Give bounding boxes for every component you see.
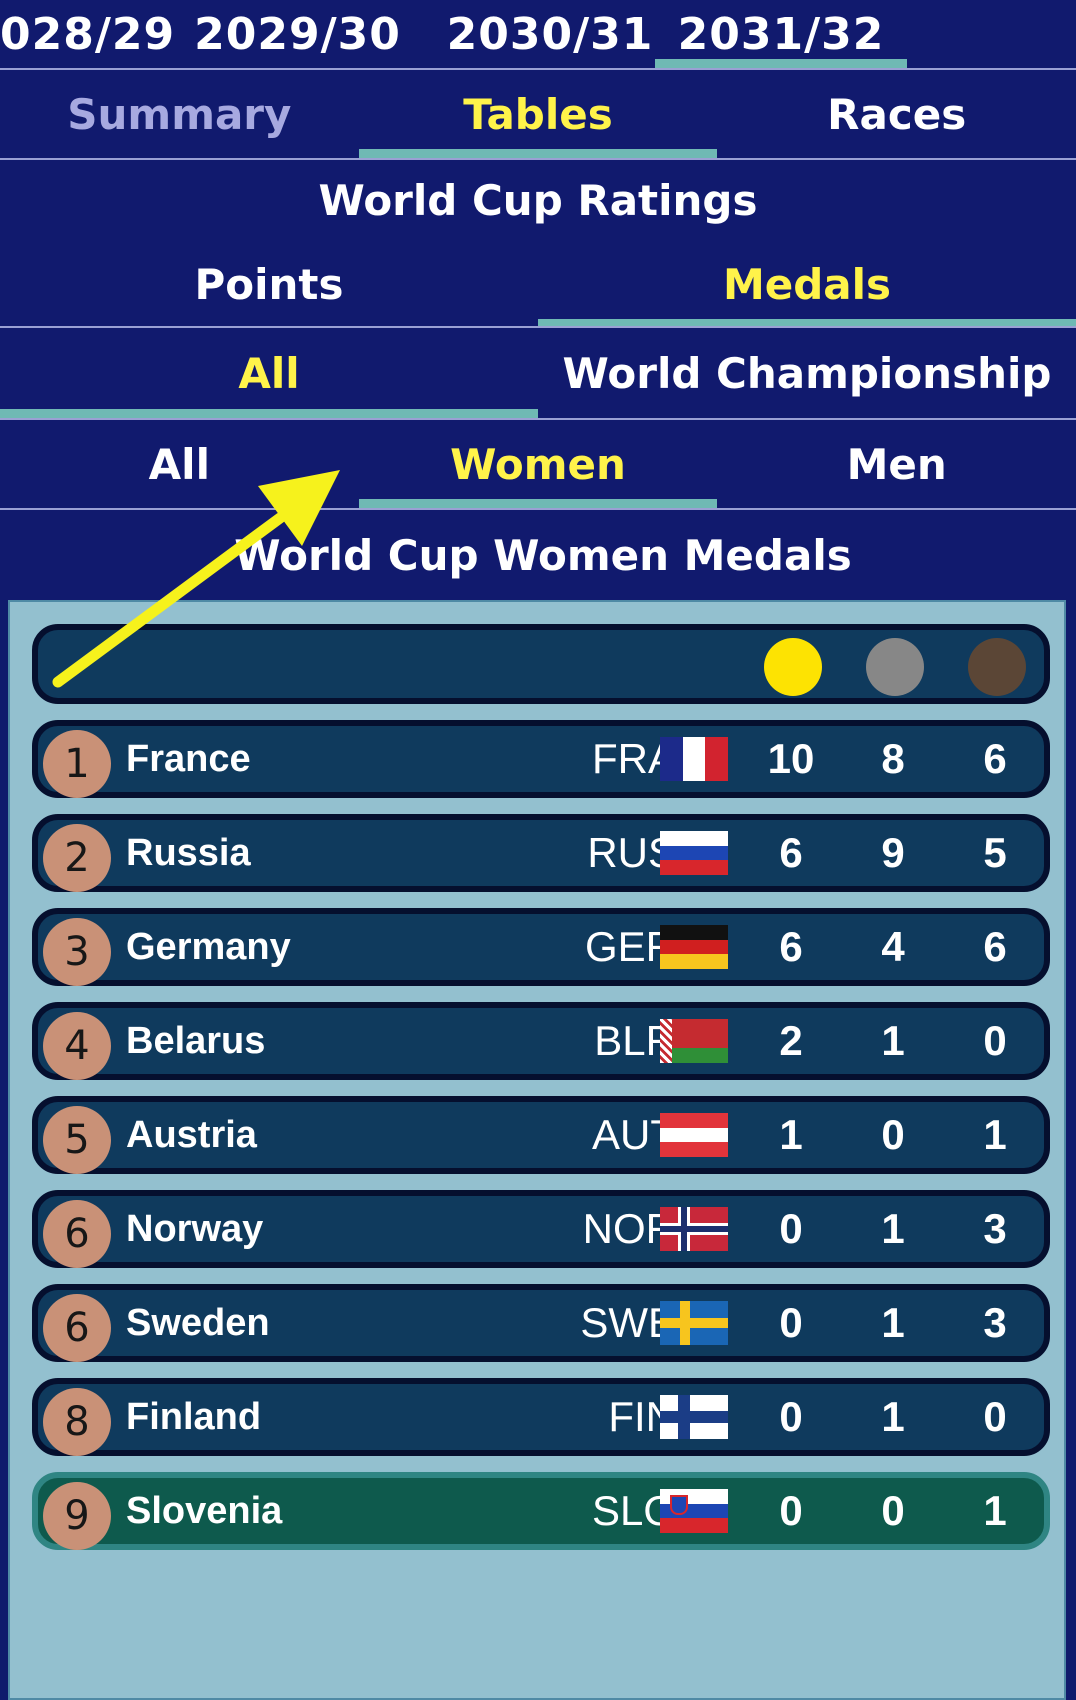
gold-count: 0 (779, 1393, 803, 1440)
gender-tabs: All Women Men (0, 420, 1076, 508)
country-name: Austria (126, 1113, 257, 1156)
bronze-count: 5 (983, 829, 1007, 876)
bronze-count: 0 (983, 1017, 1007, 1064)
ratings-title: World Cup Ratings (318, 175, 758, 225)
country-name: France (126, 737, 251, 780)
table-row[interactable]: 6 Norway NOR 0 1 3 (32, 1190, 1050, 1268)
silver-count: 0 (881, 1111, 905, 1158)
season-tab-2029-30[interactable]: 2029/30 (150, 0, 445, 68)
silver-count: 9 (881, 829, 905, 876)
country-name: Germany (126, 925, 291, 968)
rank-badge: 6 (43, 1294, 111, 1362)
table-row[interactable]: 8 Finland FIN 0 1 0 (32, 1378, 1050, 1456)
bronze-count: 3 (983, 1205, 1007, 1252)
medal-header-row (32, 624, 1050, 704)
belarus-flag-icon (660, 1019, 728, 1063)
gold-count: 10 (767, 735, 815, 782)
silver-medal-icon (866, 638, 924, 696)
rank-badge: 6 (43, 1200, 111, 1268)
rank-badge: 2 (43, 824, 111, 892)
season-tab-2031-32[interactable]: 2031/32 (655, 0, 907, 68)
season-tabs: 028/29 2029/30 2030/31 2031/32 (0, 0, 1076, 68)
gold-count: 0 (779, 1487, 803, 1534)
finland-flag-icon (660, 1395, 728, 1439)
gold-count: 0 (779, 1299, 803, 1346)
bronze-count: 1 (983, 1487, 1007, 1534)
competition-tabs: All World Championship (0, 328, 1076, 418)
bronze-count: 6 (983, 923, 1007, 970)
table-row[interactable]: 9 Slovenia SLO 0 0 1 (32, 1472, 1050, 1550)
tab-races[interactable]: Races (717, 70, 1076, 158)
rank-badge: 5 (43, 1106, 111, 1174)
silver-count: 1 (881, 1205, 905, 1252)
france-flag-icon (660, 737, 728, 781)
tab-gender-all[interactable]: All (0, 420, 359, 508)
tab-summary[interactable]: Summary (0, 70, 359, 158)
silver-count: 8 (881, 735, 905, 782)
medal-table: 1 France FRA 10 8 6 2 Russia RUS 6 9 5 3 Germany GER 6 4… (8, 600, 1066, 1700)
rating-type-tabs: Points Medals (0, 240, 1076, 328)
russia-flag-icon (660, 831, 728, 875)
gold-count: 6 (779, 829, 803, 876)
country-name: Russia (126, 831, 251, 874)
gold-medal-icon (764, 638, 822, 696)
table-row[interactable]: 1 France FRA 10 8 6 (32, 720, 1050, 798)
gold-count: 1 (779, 1111, 803, 1158)
country-name: Sweden (126, 1301, 270, 1344)
tab-tables[interactable]: Tables (358, 70, 718, 158)
gold-count: 0 (779, 1205, 803, 1252)
silver-count: 1 (881, 1393, 905, 1440)
table-row[interactable]: 3 Germany GER 6 4 6 (32, 908, 1050, 986)
slovenia-flag-icon (660, 1489, 728, 1533)
tab-men[interactable]: Men (717, 420, 1076, 508)
austria-flag-icon (660, 1113, 728, 1157)
table-title: World Cup Women Medals (234, 530, 852, 580)
tab-competition-all[interactable]: All (0, 328, 538, 418)
rank-badge: 8 (43, 1388, 111, 1456)
tab-medals[interactable]: Medals (538, 240, 1076, 328)
rank-badge: 3 (43, 918, 111, 986)
season-tab-2030-31[interactable]: 2030/31 (445, 0, 655, 68)
norway-flag-icon (660, 1207, 728, 1251)
bronze-count: 0 (983, 1393, 1007, 1440)
rank-badge: 1 (43, 730, 111, 798)
main-tabs: Summary Tables Races (0, 70, 1076, 158)
rank-badge: 4 (43, 1012, 111, 1080)
table-row[interactable]: 2 Russia RUS 6 9 5 (32, 814, 1050, 892)
bronze-count: 1 (983, 1111, 1007, 1158)
tab-women[interactable]: Women (358, 420, 718, 508)
silver-count: 4 (881, 923, 905, 970)
country-name: Slovenia (126, 1489, 283, 1532)
bronze-count: 3 (983, 1299, 1007, 1346)
silver-count: 1 (881, 1017, 905, 1064)
ratings-header: World Cup Ratings (0, 160, 1076, 240)
tab-points[interactable]: Points (0, 240, 538, 328)
season-tab-2028-29[interactable]: 028/29 (0, 0, 174, 68)
table-header: World Cup Women Medals (0, 510, 1076, 600)
rank-badge: 9 (43, 1482, 111, 1550)
country-name: Finland (126, 1395, 262, 1438)
germany-flag-icon (660, 925, 728, 969)
silver-count: 1 (881, 1299, 905, 1346)
country-name: Norway (126, 1207, 264, 1250)
tab-world-championship[interactable]: World Championship (538, 328, 1076, 418)
sweden-flag-icon (660, 1301, 728, 1345)
country-name: Belarus (126, 1019, 266, 1062)
bronze-count: 6 (983, 735, 1007, 782)
table-row[interactable]: 6 Sweden SWE 0 1 3 (32, 1284, 1050, 1362)
bronze-medal-icon (968, 638, 1026, 696)
table-row[interactable]: 4 Belarus BLR 2 1 0 (32, 1002, 1050, 1080)
table-row[interactable]: 5 Austria AUT 1 0 1 (32, 1096, 1050, 1174)
gold-count: 2 (779, 1017, 803, 1064)
gold-count: 6 (779, 923, 803, 970)
silver-count: 0 (881, 1487, 905, 1534)
